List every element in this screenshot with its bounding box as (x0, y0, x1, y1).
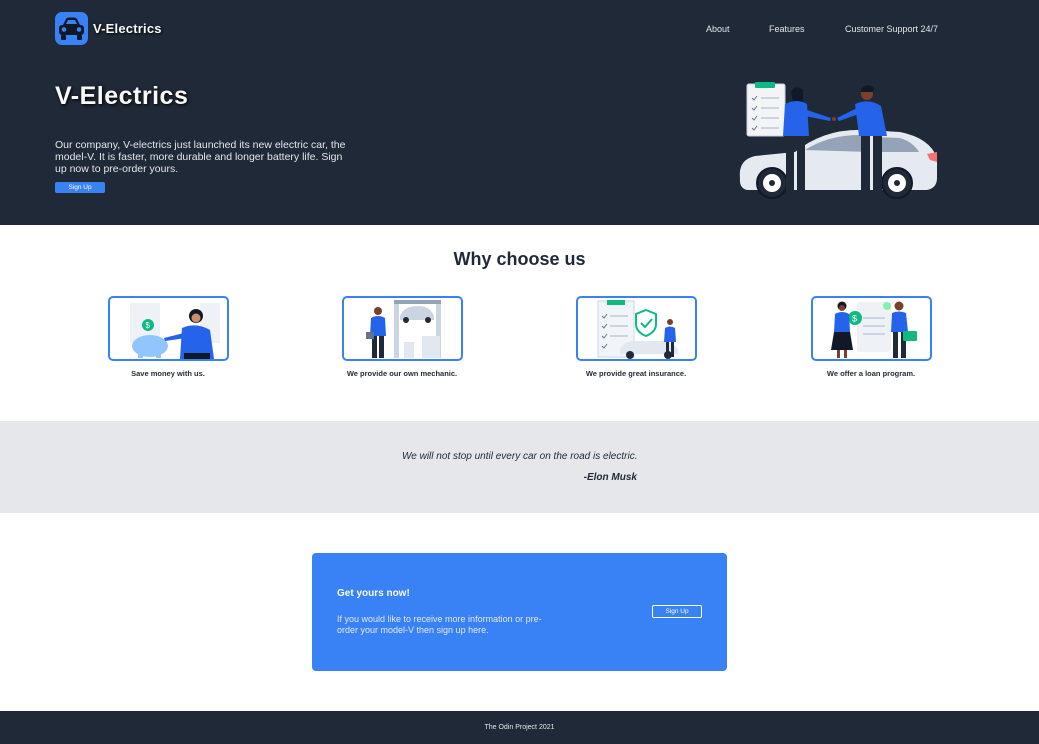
cta-sign-up-button[interactable]: Sign Up (652, 605, 702, 618)
info-card-text: We provide our own mechanic. (346, 369, 458, 378)
quote-text: We will not stop until every car on the … (402, 451, 638, 462)
info-card-text: Save money with us. (131, 369, 205, 378)
info-card-text: We provide great insurance. (585, 369, 687, 378)
info-card-insurance: We provide great insurance. (561, 296, 711, 378)
info-card-text: We offer a loan program. (826, 369, 916, 378)
hero-section: V-Electrics About Features Customer Supp… (0, 0, 1039, 225)
hero-title: V-Electrics (55, 82, 189, 110)
piggy-bank-illustration: $ (107, 296, 229, 361)
info-card-save-money: $ Save money with us. (93, 296, 243, 378)
info-card-mechanic: We provide our own mechanic. (327, 296, 477, 378)
hero-description: Our company, V-electrics just launched i… (55, 139, 346, 175)
svg-text:$: $ (145, 321, 150, 330)
hero-sign-up-button[interactable]: Sign Up (55, 182, 105, 193)
cta-title: Get yours now! (337, 588, 410, 599)
nav-link-features[interactable]: Features (769, 24, 805, 34)
car-handover-illustration (739, 82, 937, 199)
footer-text: The Odin Project 2021 (484, 724, 555, 731)
insurance-shield-illustration (575, 296, 697, 361)
nav-link-about[interactable]: About (706, 24, 730, 34)
svg-text:$: $ (852, 314, 857, 324)
cta-description: If you would like to receive more inform… (337, 614, 542, 635)
nav-link-support[interactable]: Customer Support 24/7 (845, 24, 938, 34)
mechanic-lift-illustration (341, 296, 463, 361)
info-card-loan: $ We offer a loan program. (796, 296, 946, 378)
footer: The Odin Project 2021 (0, 711, 1039, 744)
cta-section: Get yours now! If you would like to rece… (312, 553, 727, 671)
quote-section: We will not stop until every car on the … (0, 421, 1039, 513)
quote-author: -Elon Musk (583, 472, 637, 483)
main-nav: About Features Customer Support 24/7 (0, 24, 1039, 36)
loan-illustration: $ (810, 296, 932, 361)
info-title: Why choose us (453, 249, 586, 269)
